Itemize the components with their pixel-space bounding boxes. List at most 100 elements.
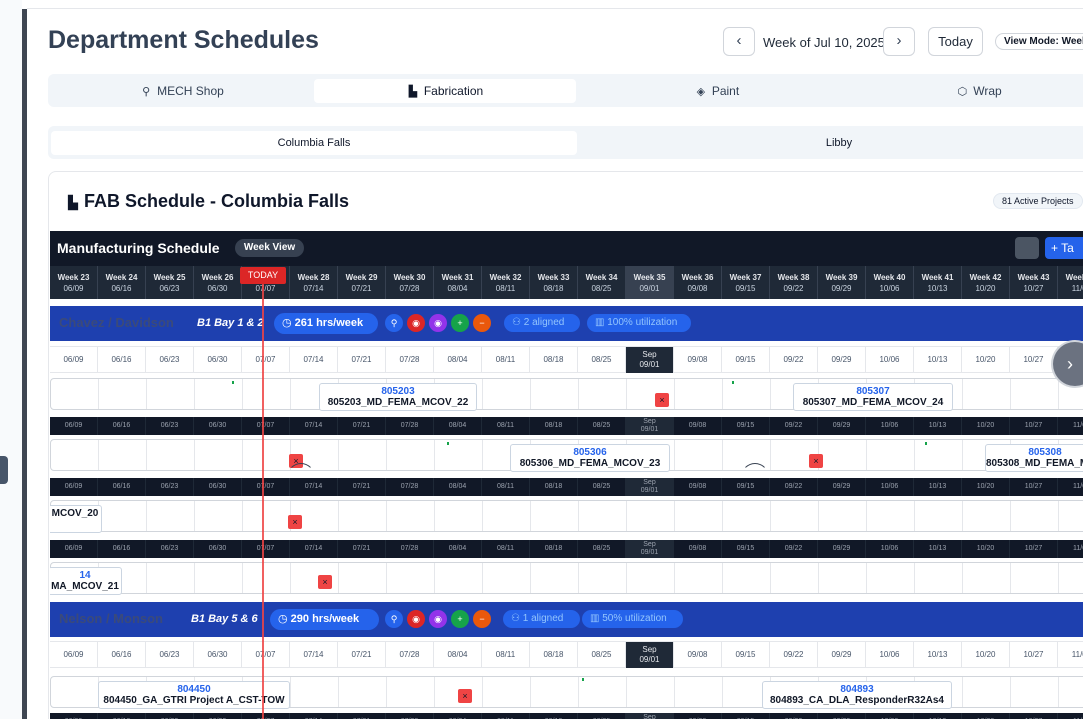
date-strip-cell: 08/25 — [578, 478, 626, 496]
fab-icon[interactable]: ◉ — [407, 314, 425, 332]
grid-cell — [579, 379, 627, 409]
remove-icon[interactable]: − — [473, 610, 491, 628]
date-text: 09/01 — [640, 549, 659, 556]
sidebar-toggle-handle[interactable] — [0, 456, 8, 484]
date-strip-cell: Sep09/01 — [626, 478, 674, 496]
date-cell: 07/28 — [386, 347, 434, 373]
week-header-cell: Week 35 09/01 — [626, 266, 674, 299]
project-label: 805306_MD_FEMA_MCOV_23 — [519, 458, 661, 469]
marker-dot — [925, 442, 927, 445]
week-header-cell: Week 34 08/25 — [578, 266, 626, 299]
week-date: 09/01 — [639, 284, 660, 293]
date-strip-cell: 06/09 — [50, 540, 98, 558]
project-card[interactable]: 14 MA_MCOV_21 — [50, 567, 122, 595]
date-strip-cell: Sep09/01 — [626, 417, 674, 435]
date-strip-cell: 08/04 — [434, 540, 482, 558]
date-strip-cell: 10/13 — [914, 713, 962, 719]
marker-dot — [232, 381, 234, 384]
date-strip-cell: 09/29 — [818, 540, 866, 558]
grid-cell — [483, 677, 531, 707]
remove-icon[interactable]: × — [809, 454, 823, 468]
chevron-right-icon: › — [896, 32, 902, 49]
date-strip-cell: 08/11 — [482, 713, 530, 719]
date-cell: 07/28 — [386, 642, 434, 668]
remove-icon[interactable]: − — [473, 314, 491, 332]
view-mode-select[interactable]: View Mode: Week — [995, 33, 1083, 50]
add-icon[interactable]: + — [451, 314, 469, 332]
grid-cell — [819, 440, 867, 470]
marker-dot — [447, 442, 449, 445]
tab-mech-shop[interactable]: ⚲ MECH Shop — [51, 79, 313, 103]
grid-cell — [771, 501, 819, 531]
hours-text: 261 hrs/week — [294, 317, 364, 329]
team-bay: B1 Bay 1 & 2 — [197, 317, 264, 329]
team-bar: Chavez / Davidson B1 Bay 1 & 2 ◷ 261 hrs/w… — [50, 306, 1083, 341]
project-card[interactable]: 805308805308_MD_FEMA_MCOV_25 — [985, 444, 1083, 472]
date-strip-cell: 10/20 — [962, 713, 1010, 719]
month-label: Sep — [642, 350, 657, 359]
remove-icon[interactable]: × — [288, 515, 302, 529]
date-cell: 09/29 — [818, 642, 866, 668]
remove-icon[interactable]: × — [458, 689, 472, 703]
date-cell: 08/18 — [530, 642, 578, 668]
week-number: Week 44 — [1065, 273, 1083, 282]
week-number: Week 33 — [537, 273, 570, 282]
settings-square-button[interactable] — [1015, 237, 1039, 259]
week-number: Week 38 — [777, 273, 810, 282]
date-strip-cell: Sep09/01 — [626, 713, 674, 719]
tab-wrap[interactable]: ⬡ Wrap — [848, 79, 1083, 103]
grid-cell — [195, 440, 243, 470]
tab-paint[interactable]: ◈ Paint — [586, 79, 848, 103]
grid-cell — [147, 379, 195, 409]
grid-cell — [435, 440, 483, 470]
date-cell: 06/30 — [194, 642, 242, 668]
paint-icon[interactable]: ◉ — [429, 314, 447, 332]
grid-cell — [915, 501, 963, 531]
week-number: Week 28 — [297, 273, 330, 282]
schedule-header: Manufacturing Schedule Week View + Ta — [50, 231, 1083, 266]
date-strip-cell: 10/06 — [866, 417, 914, 435]
today-button[interactable]: Today — [928, 27, 983, 56]
date-strip-cell: 07/07 — [242, 540, 290, 558]
tab-libby[interactable]: Libby — [576, 131, 1083, 155]
project-card[interactable]: 805306 805306_MD_FEMA_MCOV_23 — [510, 444, 670, 472]
project-card[interactable]: MCOV_20 — [50, 505, 102, 533]
add-task-button[interactable]: + Ta — [1045, 237, 1083, 259]
grid-cell — [243, 501, 291, 531]
date-strip-cell: 07/14 — [290, 540, 338, 558]
project-card[interactable]: 804893 804893_CA_DLA_ResponderR32As4 — [762, 681, 952, 709]
date-strip-cell: 07/28 — [386, 478, 434, 496]
tab-fabrication[interactable]: ▙ Fabrication — [314, 79, 576, 103]
add-icon[interactable]: + — [451, 610, 469, 628]
remove-icon[interactable]: × — [655, 393, 669, 407]
date-cell: 10/20 — [962, 347, 1010, 373]
grid-cell — [99, 379, 147, 409]
fab-icon[interactable]: ◉ — [407, 610, 425, 628]
project-card[interactable]: 805307 805307_MD_FEMA_MCOV_24 — [793, 383, 953, 411]
grid-cell — [435, 501, 483, 531]
date-row: 06/09 06/16 06/23 06/30 07/07 07/14 07/21 07/28… — [50, 641, 1083, 668]
date-cell: 09/08 — [674, 347, 722, 373]
date-strip-cell: 06/30 — [194, 540, 242, 558]
remove-icon[interactable]: × — [318, 575, 332, 589]
grid-cell — [147, 440, 195, 470]
clock-icon: ◷ — [278, 613, 291, 625]
prev-week-button[interactable]: ‹ — [723, 27, 755, 56]
date-strip-cell: 10/20 — [962, 417, 1010, 435]
date-strip-cell: 10/13 — [914, 417, 962, 435]
date-cell: 07/14 — [290, 347, 338, 373]
wrench-icon[interactable]: ⚲ — [385, 314, 403, 332]
tab-columbia-falls[interactable]: Columbia Falls — [51, 131, 577, 155]
paint-icon[interactable]: ◉ — [429, 610, 447, 628]
project-card[interactable]: 805203 805203_MD_FEMA_MCOV_22 — [319, 383, 477, 411]
project-label: 804450_GA_GTRI Project A_CST-TOW — [103, 695, 285, 706]
project-label: 804893_CA_DLA_ResponderR32As4 — [770, 695, 944, 706]
hours-pill: ◷ 261 hrs/week — [274, 313, 378, 334]
week-header-cell: Week 30 07/28 — [386, 266, 434, 299]
grid-cell — [243, 563, 291, 593]
week-date: 07/28 — [399, 284, 420, 293]
wrench-icon[interactable]: ⚲ — [385, 610, 403, 628]
date-strip-cell: 08/11 — [482, 540, 530, 558]
date-text: 09/01 — [639, 360, 660, 369]
next-week-button[interactable]: › — [883, 27, 915, 56]
